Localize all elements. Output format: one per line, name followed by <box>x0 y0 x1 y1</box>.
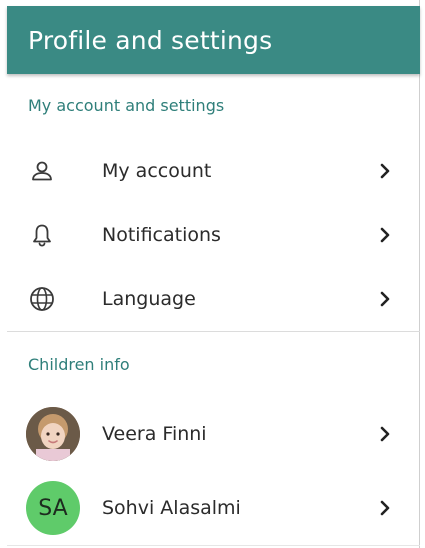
profile-settings-screen: Profile and settings My account and sett… <box>0 0 420 548</box>
section-title-children: Children info <box>28 355 130 374</box>
chevron-right-icon <box>378 225 392 245</box>
child-name: Veera Finni <box>102 423 207 445</box>
menu-item-notifications[interactable]: Notifications <box>7 207 420 263</box>
section-divider <box>7 331 420 332</box>
globe-icon <box>25 282 59 316</box>
menu-item-my-account[interactable]: My account <box>7 143 420 199</box>
child-avatar-photo <box>26 407 80 461</box>
menu-item-language[interactable]: Language <box>7 271 420 327</box>
page-title: Profile and settings <box>28 25 273 55</box>
chevron-right-icon <box>378 498 392 518</box>
child-item-veera-finni[interactable]: Veera Finni <box>7 406 420 462</box>
chevron-right-icon <box>378 289 392 309</box>
app-header: Profile and settings <box>7 6 420 74</box>
list-bottom-border <box>7 545 420 546</box>
child-avatar-initials: SA <box>26 481 80 535</box>
section-title-account: My account and settings <box>28 96 225 115</box>
menu-item-label: My account <box>102 160 212 182</box>
chevron-right-icon <box>378 161 392 181</box>
menu-item-label: Language <box>102 288 196 310</box>
child-name: Sohvi Alasalmi <box>102 497 241 519</box>
menu-item-label: Notifications <box>102 224 221 246</box>
bell-icon <box>25 218 59 252</box>
user-icon <box>25 154 59 188</box>
child-item-sohvi-alasalmi[interactable]: SA Sohvi Alasalmi <box>7 480 420 536</box>
chevron-right-icon <box>378 424 392 444</box>
